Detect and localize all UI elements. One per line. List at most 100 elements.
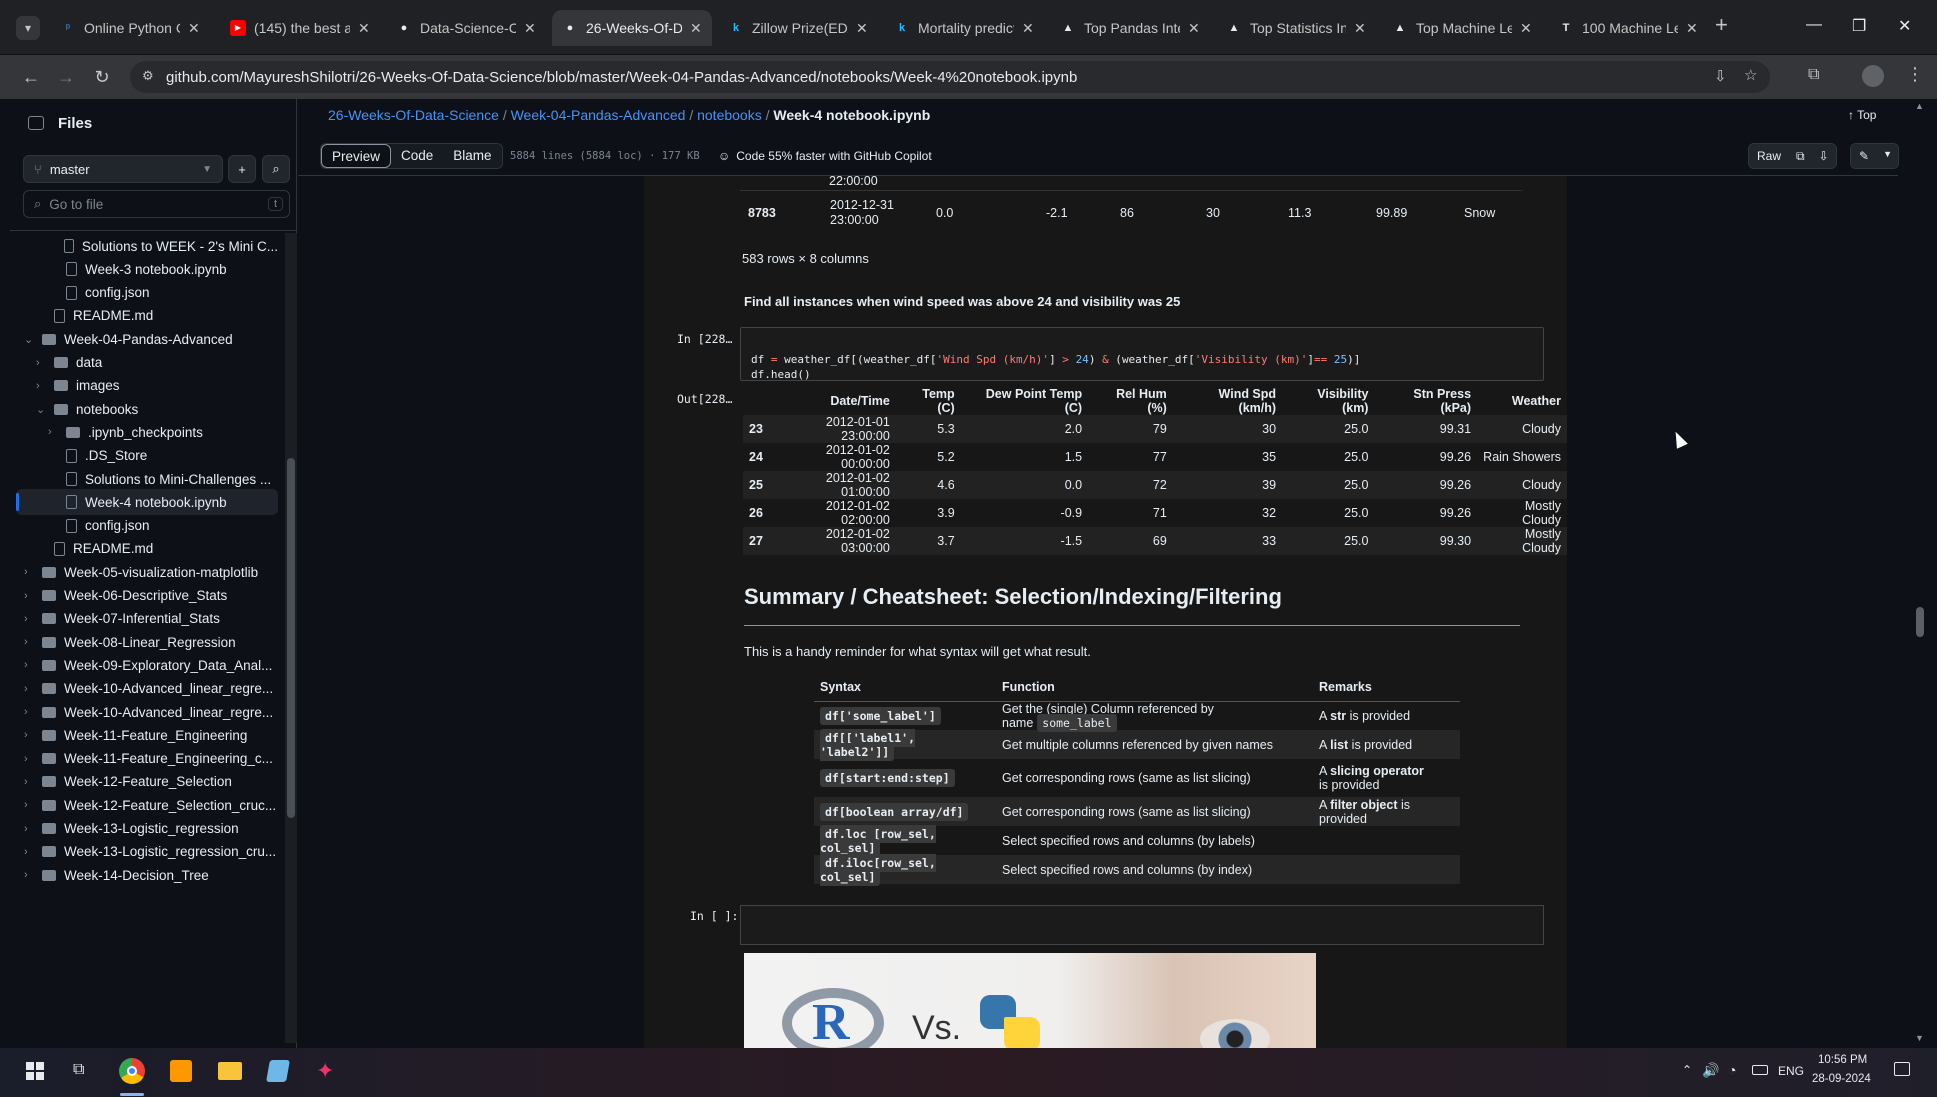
- battery-icon[interactable]: [1752, 1065, 1768, 1075]
- empty-code-cell[interactable]: [740, 905, 1544, 945]
- tree-folder[interactable]: ⌄ Week-04-Pandas-Advanced: [16, 326, 278, 352]
- tree-folder[interactable]: › images: [16, 373, 278, 399]
- raw-button[interactable]: Raw: [1749, 144, 1790, 168]
- code-cell[interactable]: df = weather_df[(weather_df['Wind Spd (k…: [740, 327, 1544, 381]
- close-tab-icon[interactable]: ✕: [856, 20, 868, 37]
- browser-tab[interactable]: ▲ Top Statistics Inte ✕: [1216, 10, 1376, 46]
- volume-icon[interactable]: 🔊: [1702, 1062, 1719, 1079]
- copy-icon[interactable]: ⧉: [1789, 144, 1812, 168]
- new-tab-button[interactable]: +: [1715, 12, 1728, 38]
- windows-start-icon[interactable]: [26, 1062, 44, 1080]
- chevron-right-icon[interactable]: ›: [36, 357, 46, 369]
- tree-folder[interactable]: › Week-11-Feature_Engineering_c...: [16, 746, 278, 772]
- edit-pencil-icon[interactable]: ✎: [1851, 144, 1878, 168]
- chevron-down-icon[interactable]: ⌄: [36, 403, 46, 416]
- tree-file[interactable]: config.json: [16, 280, 278, 306]
- chevron-right-icon[interactable]: ›: [24, 613, 34, 625]
- close-tab-icon[interactable]: ✕: [524, 20, 536, 37]
- tray-chevron-icon[interactable]: ⌃: [1682, 1063, 1692, 1077]
- close-tab-icon[interactable]: ✕: [1686, 20, 1698, 37]
- chevron-down-icon[interactable]: ⌄: [24, 333, 34, 346]
- chevron-right-icon[interactable]: ›: [24, 799, 34, 811]
- tree-folder[interactable]: › Week-09-Exploratory_Data_Anal...: [16, 652, 278, 678]
- go-to-file-input[interactable]: ⌕ Go to file t: [23, 190, 290, 218]
- tree-folder[interactable]: › Week-13-Logistic_regression_cru...: [16, 839, 278, 865]
- chevron-right-icon[interactable]: ›: [24, 636, 34, 648]
- notepad-taskbar-icon[interactable]: [266, 1060, 290, 1082]
- close-tab-icon[interactable]: ✕: [690, 20, 702, 37]
- tab-preview[interactable]: Preview: [321, 144, 392, 168]
- tree-file[interactable]: README.md: [16, 536, 278, 562]
- language-indicator[interactable]: ENG: [1778, 1064, 1804, 1078]
- browser-tab[interactable]: ▲ Top Machine Lear ✕: [1382, 10, 1542, 46]
- edit-dropdown-icon[interactable]: ▼: [1877, 144, 1898, 168]
- close-tab-icon[interactable]: ✕: [1022, 20, 1034, 37]
- tree-folder[interactable]: › Week-11-Feature_Engineering: [16, 722, 278, 748]
- tree-file[interactable]: Week-4 notebook.ipynb: [16, 489, 278, 516]
- tree-folder[interactable]: › Week-13-Logistic_regression: [16, 816, 278, 842]
- scroll-up-icon[interactable]: ▲: [1915, 101, 1924, 111]
- tree-folder[interactable]: › Week-12-Feature_Selection: [16, 769, 278, 795]
- chevron-right-icon[interactable]: ›: [48, 426, 58, 438]
- chevron-right-icon[interactable]: ›: [24, 566, 34, 578]
- download-icon[interactable]: ⇩: [1811, 144, 1836, 168]
- tree-file[interactable]: Solutions to WEEK - 2's Mini C...: [16, 233, 278, 259]
- close-tab-icon[interactable]: ✕: [1354, 20, 1366, 37]
- tree-folder[interactable]: › Week-06-Descriptive_Stats: [16, 583, 278, 609]
- app-taskbar-icon[interactable]: ✦: [316, 1060, 340, 1082]
- browser-tab[interactable]: ▶ (145) the best att ✕: [220, 10, 380, 46]
- clock-time[interactable]: 10:56 PM: [1818, 1054, 1867, 1066]
- page-scrollbar[interactable]: ▲ ▼: [1913, 99, 1927, 1049]
- copilot-promo[interactable]: ☺ Code 55% faster with GitHub Copilot: [718, 149, 932, 163]
- close-tab-icon[interactable]: ✕: [188, 20, 200, 37]
- tree-folder[interactable]: › Week-08-Linear_Regression: [16, 629, 278, 655]
- branch-selector[interactable]: ⑂ master ▼: [23, 155, 223, 183]
- breadcrumb-notebooks-link[interactable]: notebooks: [697, 107, 762, 123]
- tree-folder[interactable]: › Week-10-Advanced_linear_regre...: [16, 676, 278, 702]
- collapse-panel-icon[interactable]: [28, 116, 44, 130]
- close-tab-icon[interactable]: ✕: [1188, 20, 1200, 37]
- minimize-button[interactable]: —: [1806, 16, 1822, 34]
- chevron-right-icon[interactable]: ›: [24, 683, 34, 695]
- restore-button[interactable]: ❐: [1852, 16, 1866, 36]
- chevron-right-icon[interactable]: ›: [24, 846, 34, 858]
- add-file-button[interactable]: +: [228, 155, 256, 183]
- browser-tab[interactable]: T 100 Machine Lear ✕: [1548, 10, 1708, 46]
- tree-folder[interactable]: › .ipynb_checkpoints: [16, 419, 278, 445]
- browser-tab[interactable]: ▲ Top Pandas Interv ✕: [1050, 10, 1210, 46]
- tab-blame[interactable]: Blame: [443, 144, 502, 168]
- browser-tab[interactable]: ᵖ Online Python Co ✕: [50, 10, 210, 46]
- chrome-taskbar-icon[interactable]: [119, 1058, 145, 1084]
- top-link[interactable]: ↑ Top: [1848, 108, 1876, 122]
- tree-file[interactable]: .DS_Store: [16, 443, 278, 469]
- sublime-taskbar-icon[interactable]: [170, 1060, 192, 1082]
- bookmark-star-icon[interactable]: ☆: [1744, 66, 1757, 84]
- scroll-down-icon[interactable]: ▼: [1915, 1033, 1924, 1043]
- tree-folder[interactable]: › Week-10-Advanced_linear_regre...: [16, 699, 278, 725]
- chevron-right-icon[interactable]: ›: [24, 729, 34, 741]
- wifi-icon[interactable]: ◔: [1728, 1062, 1736, 1078]
- task-view-icon[interactable]: ⧉: [73, 1061, 84, 1079]
- tree-folder[interactable]: › data: [16, 350, 278, 376]
- chevron-right-icon[interactable]: ›: [24, 659, 34, 671]
- chevron-right-icon[interactable]: ›: [24, 590, 34, 602]
- chevron-right-icon[interactable]: ›: [24, 823, 34, 835]
- search-files-button[interactable]: ⌕: [262, 155, 290, 183]
- install-app-icon[interactable]: ⇩: [1714, 67, 1727, 85]
- chevron-right-icon[interactable]: ›: [24, 776, 34, 788]
- site-info-icon[interactable]: ⚙: [142, 68, 154, 84]
- tree-file[interactable]: config.json: [16, 513, 278, 539]
- chevron-right-icon[interactable]: ›: [24, 706, 34, 718]
- tree-scrollbar[interactable]: [285, 233, 297, 1043]
- profile-avatar[interactable]: [1862, 65, 1884, 87]
- tree-folder[interactable]: › Week-05-visualization-matplotlib: [16, 559, 278, 585]
- breadcrumb-repo-link[interactable]: 26-Weeks-Of-Data-Science: [328, 107, 499, 123]
- tree-folder[interactable]: › Week-07-Inferential_Stats: [16, 606, 278, 632]
- back-icon[interactable]: ←: [14, 60, 48, 94]
- address-bar[interactable]: ⚙ github.com/MayureshShilotri/26-Weeks-O…: [130, 61, 1770, 93]
- browser-tab[interactable]: ● Data-Science-Cou ✕: [386, 10, 546, 46]
- close-tab-icon[interactable]: ✕: [1520, 20, 1532, 37]
- tree-folder[interactable]: ⌄ notebooks: [16, 396, 278, 422]
- clock-date[interactable]: 28-09-2024: [1812, 1073, 1871, 1085]
- browser-tab[interactable]: k Zillow Prize(EDA ✕: [718, 10, 878, 46]
